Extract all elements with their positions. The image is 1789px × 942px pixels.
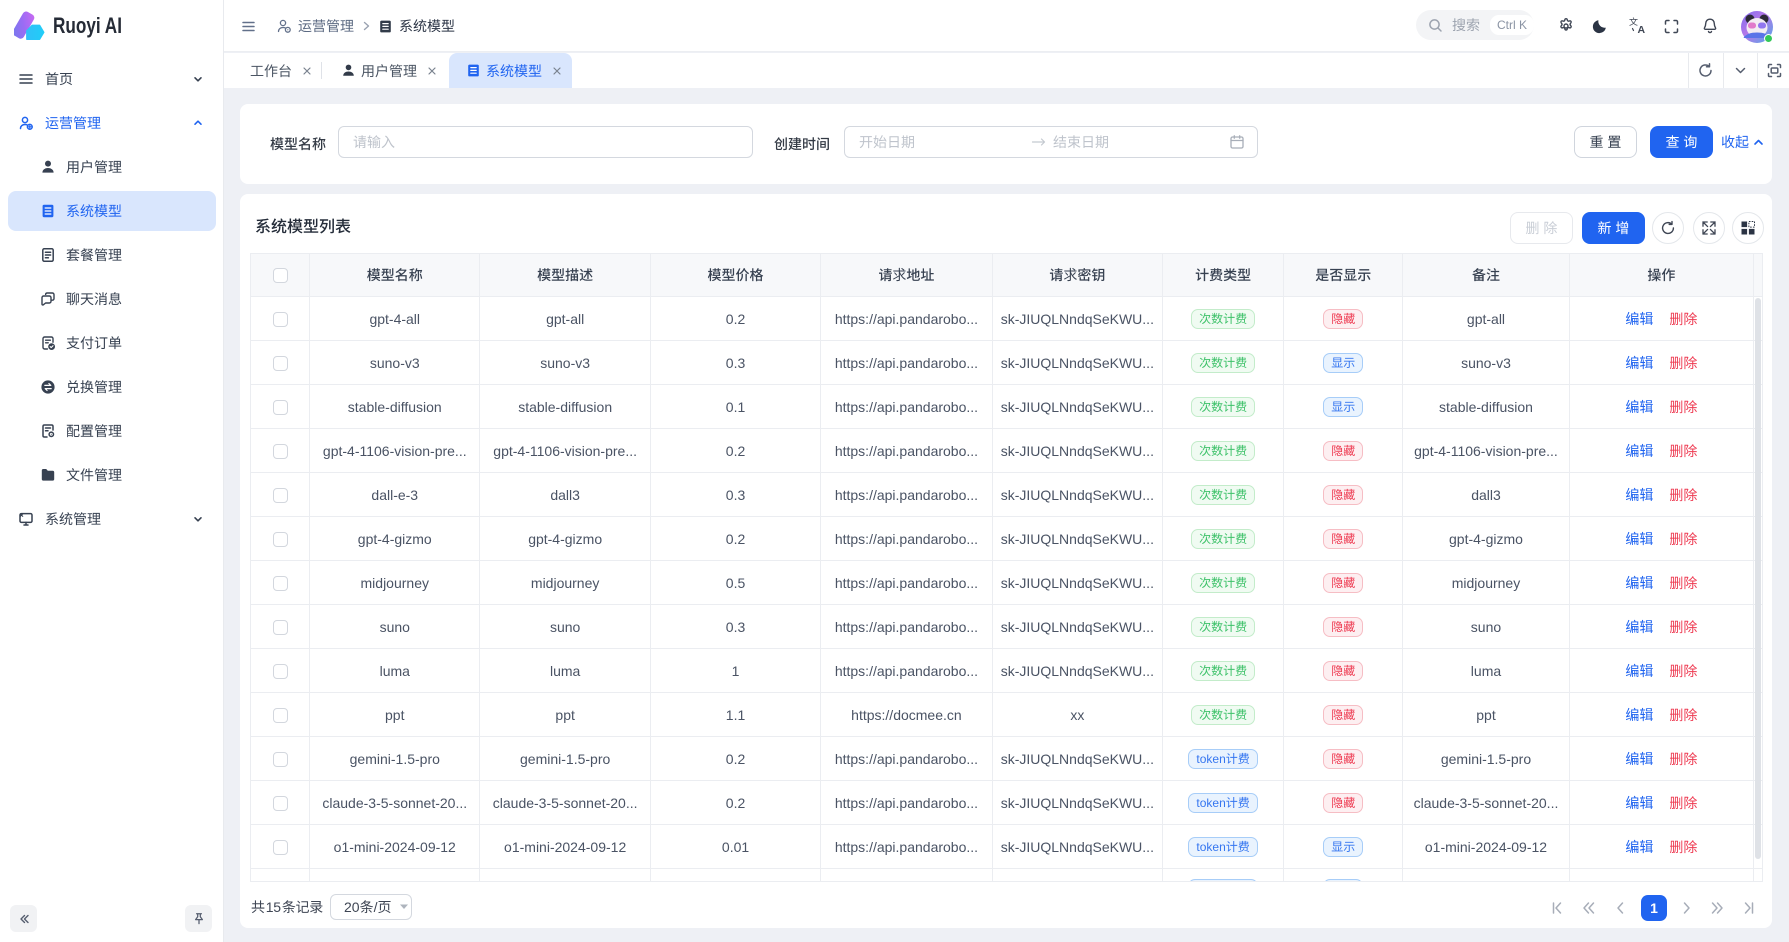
svg-text:A: A bbox=[1638, 24, 1646, 36]
